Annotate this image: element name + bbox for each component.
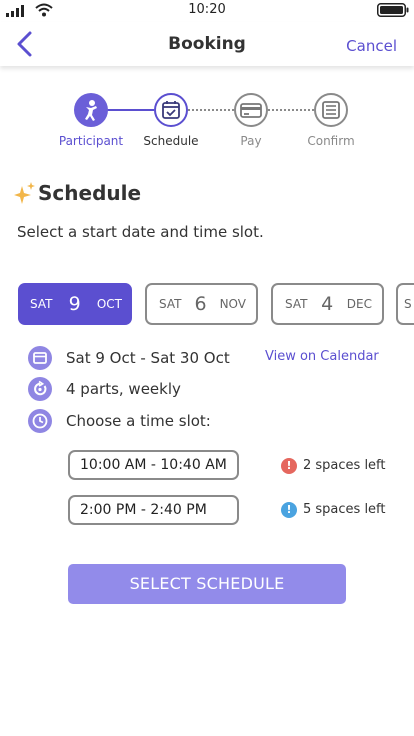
step-confirm[interactable] [314,93,348,127]
step-pay[interactable] [234,93,268,127]
view-on-calendar-link[interactable]: View on Calendar [265,349,379,364]
status-time: 10:20 [188,2,226,17]
date-card[interactable]: SAT 4 DEC [271,283,384,325]
step-label-pay: Pay [240,134,262,148]
time-slot-button[interactable]: 2:00 PM - 2:40 PM [68,495,239,525]
step-label-schedule: Schedule [143,134,199,148]
time-slot-button[interactable]: 10:00 AM - 10:40 AM [68,450,239,480]
stepper-connector-done [107,109,154,111]
step-label-participant: Participant [58,134,124,148]
date-day: 6 [194,293,207,315]
spaces-left-text: 2 spaces left [303,458,386,473]
step-schedule[interactable] [154,93,188,127]
date-weekday: SAT [285,297,308,311]
date-card[interactable]: SAT 6 NOV [145,283,258,325]
info-alert-icon: ! [281,502,297,518]
clock-icon [28,409,52,433]
nav-header: Booking Cancel [0,22,414,66]
date-range-text: Sat 9 Oct - Sat 30 Oct [66,349,230,367]
slot-prompt-text: Choose a time slot: [66,412,211,430]
spaces-left-text: 5 spaces left [303,502,386,517]
step-label-confirm: Confirm [307,134,355,148]
list-document-icon [322,101,340,119]
section-title: Schedule [38,181,142,205]
date-month: NOV [219,297,246,311]
stepper-connector [268,109,314,111]
cancel-button[interactable]: Cancel [346,37,397,55]
step-participant[interactable] [74,93,108,127]
date-day: 4 [321,293,334,315]
date-weekday: SAT [30,297,53,311]
select-schedule-button[interactable]: SELECT SCHEDULE [68,564,346,604]
date-month: OCT [96,297,122,311]
date-month: DEC [346,297,372,311]
stepper-connector [188,109,234,111]
calendar-range-icon [28,346,52,370]
sparkle-icon [14,182,35,204]
recurring-icon [28,377,52,401]
calendar-check-icon [162,101,180,119]
date-card-selected[interactable]: SAT 9 OCT [18,283,132,325]
date-weekday: SAT [159,297,182,311]
date-weekday: S [404,297,412,311]
section-subtitle: Select a start date and time slot. [17,223,264,241]
date-card-partial[interactable]: S [396,283,414,325]
parts-text: 4 parts, weekly [66,380,181,398]
alert-icon: ! [281,458,297,474]
date-day: 9 [68,293,81,315]
status-bar: 10:20 [0,0,414,22]
credit-card-icon [240,103,262,118]
battery-icon [377,3,409,17]
person-icon [85,100,97,121]
